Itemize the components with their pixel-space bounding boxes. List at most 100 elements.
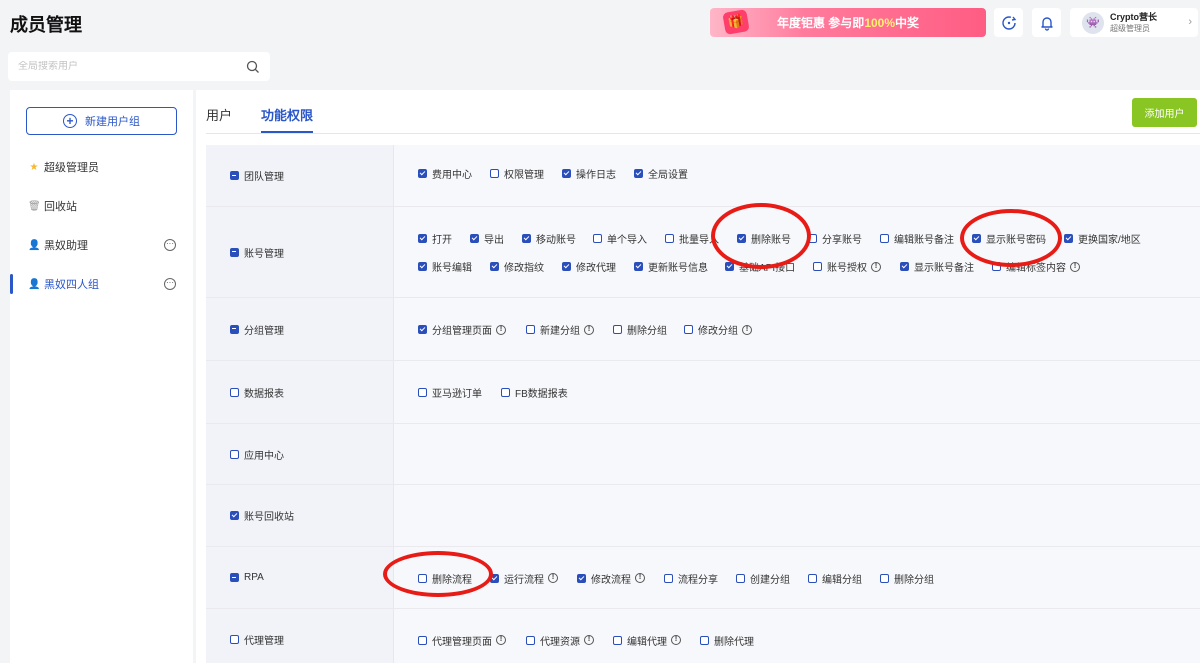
permission-checkbox[interactable] [880, 234, 889, 243]
permission-option[interactable]: 基础API接口 [725, 260, 795, 274]
permission-option[interactable]: 代理管理页面! [418, 633, 506, 648]
permission-option[interactable]: 代理资源! [526, 633, 594, 648]
permission-group[interactable]: RPA [206, 547, 394, 608]
permission-group[interactable]: 账号回收站 [206, 485, 394, 546]
group-checkbox[interactable] [230, 324, 239, 334]
permission-checkbox[interactable] [900, 262, 909, 271]
sidebar-item[interactable]: 👤 黑奴助理 ··· [10, 230, 193, 260]
group-checkbox[interactable] [230, 247, 239, 257]
permission-checkbox[interactable] [684, 325, 693, 334]
permission-checkbox[interactable] [418, 262, 427, 271]
permission-option[interactable]: 修改流程! [577, 571, 645, 586]
permission-option[interactable]: 操作日志 [562, 166, 616, 181]
permission-option[interactable]: 修改代理 [562, 260, 616, 274]
promo-banner[interactable]: 🎁 年度钜惠 参与即 100% 中奖 [710, 8, 986, 37]
permission-checkbox[interactable] [700, 635, 709, 645]
permission-option[interactable]: FB数据报表 [501, 386, 568, 400]
permission-checkbox[interactable] [522, 234, 531, 243]
permission-option[interactable]: 新建分组! [526, 323, 594, 337]
permission-group[interactable]: 代理管理 [206, 609, 394, 663]
permission-checkbox[interactable] [665, 234, 674, 243]
permission-checkbox[interactable] [613, 635, 622, 645]
permission-option[interactable]: 导出 [470, 232, 504, 246]
permission-option[interactable]: 显示账号密码 [972, 232, 1046, 246]
permission-checkbox[interactable] [418, 325, 427, 334]
sidebar-item[interactable]: 🗑 回收站 [10, 191, 193, 221]
permission-checkbox[interactable] [737, 234, 746, 243]
info-icon[interactable]: ! [635, 573, 645, 583]
permission-checkbox[interactable] [577, 573, 586, 583]
group-checkbox[interactable] [230, 635, 239, 644]
permission-option[interactable]: 编辑账号备注 [880, 232, 954, 246]
info-icon[interactable]: ! [496, 324, 506, 335]
permission-option[interactable]: 运行流程! [490, 571, 558, 586]
group-checkbox[interactable] [230, 573, 239, 582]
permission-checkbox[interactable] [418, 388, 427, 397]
permission-checkbox[interactable] [418, 168, 427, 178]
user-profile[interactable]: 👾 Crypto营长 超级管理员 › [1070, 8, 1198, 37]
permission-group[interactable]: 应用中心 [206, 424, 394, 484]
permission-checkbox[interactable] [593, 234, 602, 243]
sidebar-item[interactable]: ★ 超级管理员 [10, 152, 193, 182]
permission-option[interactable]: 编辑代理! [613, 633, 681, 648]
permission-option[interactable]: 编辑标签内容! [992, 260, 1080, 274]
permission-option[interactable]: 单个导入 [593, 232, 647, 246]
permission-option[interactable]: 批量导入 [665, 232, 719, 246]
permission-option[interactable]: 账号编辑 [418, 260, 472, 274]
info-icon[interactable]: ! [548, 573, 558, 583]
permission-option[interactable]: 全局设置 [634, 166, 688, 181]
permission-option[interactable]: 打开 [418, 232, 452, 246]
permission-checkbox[interactable] [664, 573, 673, 583]
permission-checkbox[interactable] [813, 262, 822, 271]
info-icon[interactable]: ! [496, 635, 506, 645]
permission-option[interactable]: 编辑分组 [808, 571, 862, 586]
permission-checkbox[interactable] [972, 234, 981, 243]
permission-checkbox[interactable] [562, 168, 571, 178]
more-options-icon[interactable]: ··· [164, 239, 176, 251]
permission-checkbox[interactable] [418, 635, 427, 645]
refresh-button[interactable] [994, 8, 1023, 37]
permission-checkbox[interactable] [501, 388, 510, 397]
permission-checkbox[interactable] [562, 262, 571, 271]
permission-option[interactable]: 删除分组 [613, 323, 667, 337]
permission-checkbox[interactable] [992, 262, 1001, 271]
permission-checkbox[interactable] [1064, 234, 1073, 243]
group-checkbox[interactable] [230, 511, 239, 520]
info-icon[interactable]: ! [742, 324, 752, 335]
tab-users[interactable]: 用户 [206, 105, 232, 124]
group-checkbox[interactable] [230, 449, 239, 459]
permission-option[interactable]: 修改分组! [684, 323, 752, 337]
permission-checkbox[interactable] [526, 325, 535, 334]
permission-group[interactable]: 分组管理 [206, 298, 394, 360]
permission-option[interactable]: 流程分享 [664, 571, 718, 586]
info-icon[interactable]: ! [671, 635, 681, 645]
more-options-icon[interactable]: ··· [164, 278, 176, 290]
permission-option[interactable]: 更新账号信息 [634, 260, 708, 274]
search-icon[interactable] [246, 60, 260, 74]
permission-checkbox[interactable] [613, 325, 622, 334]
group-checkbox[interactable] [230, 171, 239, 180]
permission-option[interactable]: 删除代理 [700, 633, 754, 648]
permission-checkbox[interactable] [808, 234, 817, 243]
permission-option[interactable]: 权限管理 [490, 166, 544, 181]
permission-option[interactable]: 创建分组 [736, 571, 790, 586]
permission-group[interactable]: 账号管理 [206, 207, 394, 297]
permission-checkbox[interactable] [490, 168, 499, 178]
info-icon[interactable]: ! [584, 635, 594, 645]
tab-permissions[interactable]: 功能权限 [261, 105, 313, 124]
permission-checkbox[interactable] [736, 573, 745, 583]
sidebar-item[interactable]: 👤 黑奴四人组 ··· [10, 269, 193, 299]
permission-option[interactable]: 显示账号备注 [900, 260, 974, 274]
permission-option[interactable]: 亚马逊订单 [418, 386, 482, 400]
permission-option[interactable]: 移动账号 [522, 232, 576, 246]
new-group-button[interactable]: + 新建用户组 [26, 107, 177, 135]
permission-option[interactable]: 分组管理页面! [418, 323, 506, 337]
permission-checkbox[interactable] [880, 573, 889, 583]
permission-option[interactable]: 分享账号 [808, 232, 862, 246]
permission-checkbox[interactable] [470, 234, 479, 243]
permission-checkbox[interactable] [418, 573, 427, 583]
permission-checkbox[interactable] [725, 262, 734, 271]
permission-option[interactable]: 删除账号 [737, 232, 791, 246]
search-input[interactable] [18, 61, 246, 72]
permission-checkbox[interactable] [490, 262, 499, 271]
